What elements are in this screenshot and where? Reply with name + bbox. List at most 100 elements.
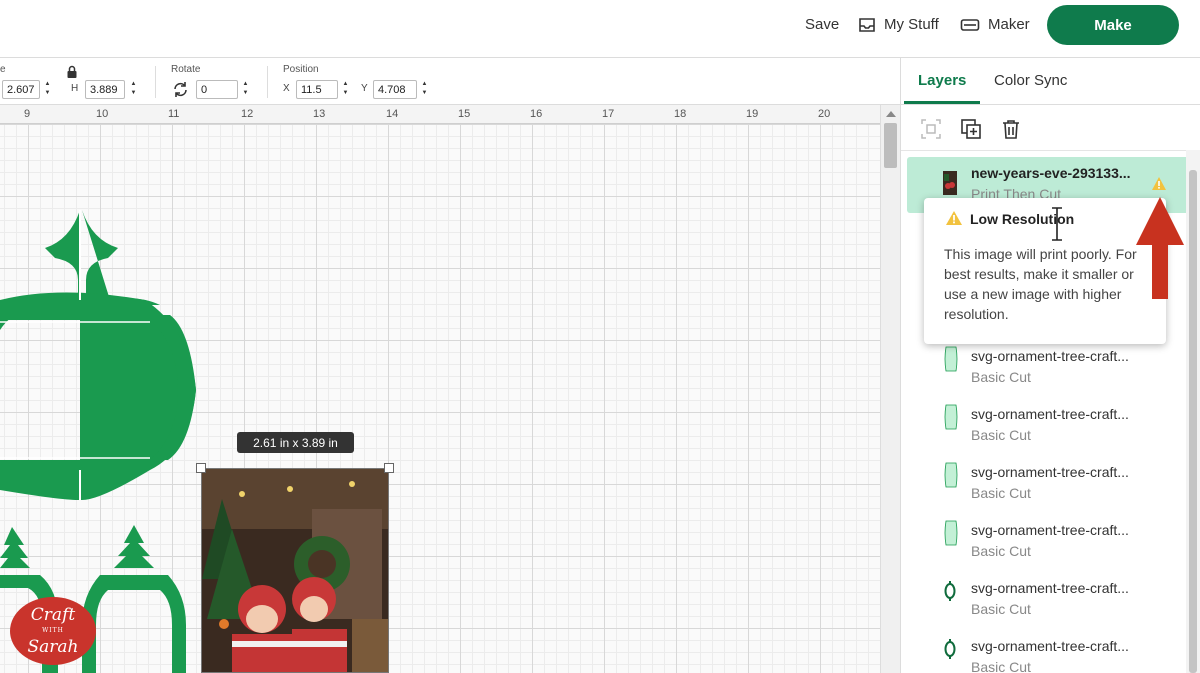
x-letter: X — [283, 83, 290, 94]
toolbar-divider — [267, 66, 268, 98]
toolbar-divider — [155, 66, 156, 98]
print-then-cut-image[interactable] — [201, 468, 389, 673]
layer-item[interactable]: svg-ornament-tree-craft... Basic Cut — [907, 456, 1189, 512]
low-resolution-tooltip: Low Resolution This image will print poo… — [924, 198, 1166, 344]
position-x-input[interactable] — [296, 80, 338, 99]
layer-operation: Basic Cut — [971, 659, 1031, 673]
layer-item[interactable]: svg-ornament-tree-craft... Basic Cut — [907, 398, 1189, 454]
resize-handle-top-right[interactable] — [384, 463, 394, 473]
tabs-divider — [901, 104, 1200, 105]
design-canvas[interactable]: 2.61 in x 3.89 in Craft WITH Sarah — [0, 124, 880, 673]
layer-item[interactable]: svg-ornament-tree-craft... Basic Cut — [907, 572, 1189, 628]
height-input[interactable] — [85, 80, 125, 99]
layers-scroll-thumb[interactable] — [1189, 170, 1197, 673]
height-stepper[interactable]: ▲ ▼ — [128, 80, 139, 99]
rotate-stepper[interactable]: ▲ ▼ — [240, 80, 251, 99]
layer-item[interactable]: svg-ornament-tree-craft... Basic Cut — [907, 340, 1189, 396]
layer-operation: Basic Cut — [971, 485, 1031, 501]
logo-line-1: Craft — [30, 605, 76, 625]
ruler-number: 19 — [746, 108, 759, 120]
shape-thumbnail — [944, 520, 958, 546]
ruler-number: 15 — [458, 108, 471, 120]
red-arrow-icon — [1136, 197, 1184, 299]
size-label: e — [0, 64, 6, 75]
maker-label: Maker — [988, 16, 1030, 33]
layer-item[interactable]: svg-ornament-tree-craft... Basic Cut — [907, 630, 1189, 673]
layer-item[interactable]: svg-ornament-tree-craft... Basic Cut — [907, 514, 1189, 570]
save-label: Save — [805, 16, 840, 33]
tab-layers[interactable]: Layers — [918, 72, 966, 89]
ruler-number: 11 — [168, 108, 180, 120]
toolbar-divider — [901, 150, 1200, 151]
canvas-vertical-scrollbar[interactable] — [880, 105, 900, 673]
craft-with-sarah-logo: Craft WITH Sarah — [10, 597, 96, 665]
shape-thumbnail — [944, 404, 958, 430]
ruler-number: 10 — [96, 108, 109, 120]
width-input[interactable] — [2, 80, 40, 99]
ruler-number: 13 — [313, 108, 326, 120]
ruler-number: 14 — [386, 108, 399, 120]
text-cursor-icon — [1052, 207, 1062, 241]
make-button[interactable]: Make — [1047, 5, 1179, 45]
layers-panel: Layers Color Sync new-years-eve-293133..… — [900, 58, 1200, 673]
ruler-number: 12 — [241, 108, 254, 120]
ring-shape-thumbnail — [944, 581, 956, 601]
shape-thumbnail — [944, 462, 958, 488]
ornament-shape[interactable] — [0, 210, 196, 500]
maker-button[interactable]: Maker — [960, 16, 1030, 33]
my-stuff-label: My Stuff — [884, 16, 939, 33]
ruler-number: 20 — [818, 108, 831, 120]
layer-name: svg-ornament-tree-craft... — [971, 464, 1129, 480]
layer-name: svg-ornament-tree-craft... — [971, 638, 1129, 654]
photo-thumbnail — [943, 171, 957, 195]
layer-operation: Basic Cut — [971, 601, 1031, 617]
layer-operation: Basic Cut — [971, 543, 1031, 559]
position-label: Position — [283, 64, 319, 75]
ruler-number: 9 — [24, 108, 31, 120]
warning-icon — [946, 211, 962, 225]
my-stuff-button[interactable]: My Stuff — [858, 16, 939, 33]
duplicate-icon[interactable] — [960, 118, 982, 140]
lock-icon[interactable] — [66, 65, 78, 79]
save-button[interactable]: Save — [805, 16, 839, 33]
delete-icon[interactable] — [1000, 118, 1022, 140]
ruler-number: 17 — [602, 108, 615, 120]
tree-piece-right[interactable] — [82, 525, 186, 673]
height-letter: H — [71, 83, 79, 94]
position-y-input[interactable] — [373, 80, 417, 99]
ruler-number: 16 — [530, 108, 543, 120]
horizontal-ruler: 9 10 11 12 13 14 15 16 17 18 19 20 — [0, 105, 900, 124]
layer-name: svg-ornament-tree-craft... — [971, 406, 1129, 422]
ring-shape-thumbnail — [944, 639, 956, 659]
photo-graphic — [202, 469, 388, 672]
layer-name: svg-ornament-tree-craft... — [971, 522, 1129, 538]
size-tooltip: 2.61 in x 3.89 in — [237, 432, 354, 453]
tooltip-body: This image will print poorly. For best r… — [944, 246, 1137, 322]
tab-color-sync[interactable]: Color Sync — [994, 72, 1067, 89]
layers-scrollbar[interactable] — [1186, 150, 1200, 673]
machine-icon — [960, 18, 980, 31]
ruler-number: 18 — [674, 108, 687, 120]
layer-name: new-years-eve-293133... — [971, 165, 1131, 181]
top-header: Save My Stuff Maker Make — [0, 0, 1200, 58]
resize-handle-top-left[interactable] — [196, 463, 206, 473]
position-y-stepper[interactable]: ▲ ▼ — [419, 80, 430, 99]
width-stepper[interactable]: ▲ ▼ — [42, 80, 53, 99]
warning-icon[interactable] — [1151, 176, 1167, 191]
layer-operation: Basic Cut — [971, 427, 1031, 443]
logo-line-2: Sarah — [27, 637, 79, 657]
canvas-scroll-thumb[interactable] — [884, 123, 897, 168]
layer-name: svg-ornament-tree-craft... — [971, 348, 1129, 364]
rotate-label: Rotate — [171, 64, 201, 75]
scroll-up-arrow-icon[interactable] — [886, 111, 896, 117]
shape-thumbnail — [944, 346, 958, 372]
edit-toolbar: e ▲▼ H ▲▼ Rotate ▲▼ Position X ▲▼ Y ▲▼ — [0, 58, 900, 105]
rotate-icon — [174, 82, 187, 97]
y-letter: Y — [361, 83, 368, 94]
position-x-stepper[interactable]: ▲ ▼ — [340, 80, 351, 99]
inbox-icon — [859, 17, 875, 32]
rotate-input[interactable] — [196, 80, 238, 99]
group-icon[interactable] — [920, 118, 942, 140]
layer-name: svg-ornament-tree-craft... — [971, 580, 1129, 596]
canvas-shapes — [0, 210, 196, 673]
